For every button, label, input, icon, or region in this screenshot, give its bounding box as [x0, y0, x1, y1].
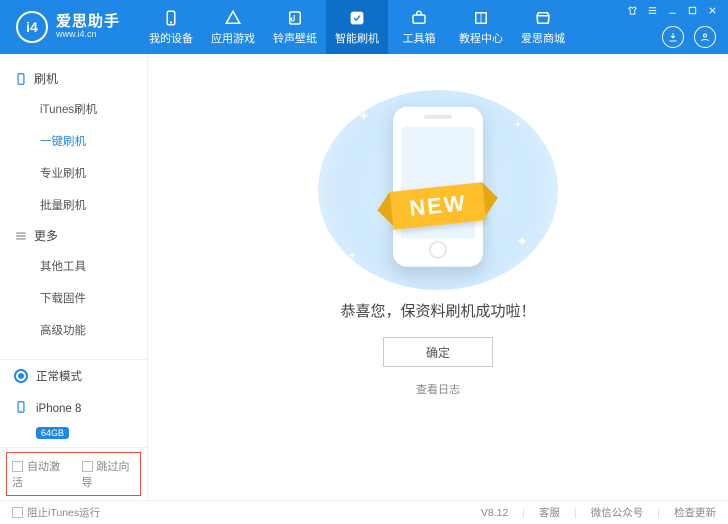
- nav-flash[interactable]: 智能刷机: [326, 0, 388, 54]
- app-header: i4 爱思助手 www.i4.cn 我的设备 应用游戏 铃声壁纸 智能刷机 工具…: [0, 0, 728, 54]
- block-itunes-label: 阻止iTunes运行: [27, 507, 100, 519]
- skip-guide-checkbox[interactable]: 跳过向导: [82, 458, 136, 490]
- device-mode[interactable]: 正常模式: [0, 360, 147, 392]
- download-button[interactable]: [662, 26, 684, 48]
- wechat-link[interactable]: 微信公众号: [591, 505, 644, 520]
- sparkle-icon: ✦: [348, 251, 356, 262]
- device-info[interactable]: iPhone 8 64GB: [0, 392, 147, 447]
- music-icon: [286, 9, 304, 27]
- block-itunes-checkbox[interactable]: 阻止iTunes运行: [12, 505, 100, 520]
- version-label: V8.12: [481, 507, 508, 519]
- nav-my-device[interactable]: 我的设备: [140, 0, 202, 54]
- status-bar: 阻止iTunes运行 V8.12 | 客服 | 微信公众号 | 检查更新: [0, 500, 728, 524]
- mode-indicator-icon: [14, 369, 28, 383]
- nav-ringtone[interactable]: 铃声壁纸: [264, 0, 326, 54]
- window-controls: [626, 4, 718, 16]
- device-icon: [14, 400, 28, 417]
- user-button[interactable]: [694, 26, 716, 48]
- nav-label: 智能刷机: [335, 30, 379, 46]
- sidebar-group-label: 更多: [34, 227, 58, 244]
- sidebar-item-itunes-flash[interactable]: iTunes刷机: [0, 93, 147, 125]
- brand-logo-icon: i4: [16, 11, 48, 43]
- auto-activate-checkbox[interactable]: 自动激活: [12, 458, 66, 490]
- nav-label: 我的设备: [149, 30, 193, 46]
- book-icon: [472, 9, 490, 27]
- check-update-link[interactable]: 检查更新: [674, 505, 716, 520]
- sidebar: 刷机 iTunes刷机 一键刷机 专业刷机 批量刷机 更多 其他工具 下载固件 …: [0, 54, 148, 500]
- success-illustration: ✦ ✦ ✦ ✦ NEW: [318, 90, 558, 290]
- maximize-button[interactable]: [686, 4, 698, 16]
- nav-label: 铃声壁纸: [273, 30, 317, 46]
- confirm-button[interactable]: 确定: [383, 337, 493, 367]
- view-log-link[interactable]: 查看日志: [148, 381, 728, 397]
- storage-badge: 64GB: [36, 427, 69, 439]
- main-panel: ✦ ✦ ✦ ✦ NEW 恭喜您，保资料刷机成功啦！ 确定 查看日志: [148, 54, 728, 500]
- sparkle-icon: ✦: [516, 233, 528, 250]
- brand-block: i4 爱思助手 www.i4.cn: [0, 11, 140, 43]
- toolbox-icon: [410, 9, 428, 27]
- phone-icon: [14, 72, 28, 86]
- top-nav: 我的设备 应用游戏 铃声壁纸 智能刷机 工具箱 教程中心 爱思商城: [140, 0, 574, 54]
- nav-label: 爱思商城: [521, 30, 565, 46]
- support-link[interactable]: 客服: [539, 505, 560, 520]
- sidebar-item-download-firmware[interactable]: 下载固件: [0, 282, 147, 314]
- sidebar-item-batch-flash[interactable]: 批量刷机: [0, 189, 147, 221]
- success-message: 恭喜您，保资料刷机成功啦！: [148, 300, 728, 321]
- device-name: iPhone 8: [36, 403, 81, 415]
- nav-store[interactable]: 爱思商城: [512, 0, 574, 54]
- store-icon: [534, 9, 552, 27]
- brand-url: www.i4.cn: [56, 30, 120, 40]
- flash-options: 自动激活 跳过向导: [0, 447, 147, 500]
- flash-icon: [348, 9, 366, 27]
- apps-icon: [224, 9, 242, 27]
- sidebar-item-advanced[interactable]: 高级功能: [0, 314, 147, 346]
- more-icon: [14, 229, 28, 243]
- mode-label: 正常模式: [36, 368, 82, 384]
- skin-icon[interactable]: [626, 4, 638, 16]
- sparkle-icon: ✦: [358, 108, 370, 125]
- sidebar-item-pro-flash[interactable]: 专业刷机: [0, 157, 147, 189]
- nav-label: 工具箱: [403, 30, 436, 46]
- nav-label: 教程中心: [459, 30, 503, 46]
- nav-label: 应用游戏: [211, 30, 255, 46]
- sidebar-group-flash[interactable]: 刷机: [0, 64, 147, 93]
- nav-tutorial[interactable]: 教程中心: [450, 0, 512, 54]
- sidebar-item-oneclick-flash[interactable]: 一键刷机: [0, 125, 147, 157]
- sidebar-group-label: 刷机: [34, 70, 58, 87]
- sidebar-group-more[interactable]: 更多: [0, 221, 147, 250]
- device-icon: [162, 9, 180, 27]
- nav-apps[interactable]: 应用游戏: [202, 0, 264, 54]
- sidebar-item-other-tools[interactable]: 其他工具: [0, 250, 147, 282]
- sparkle-icon: ✦: [514, 120, 522, 131]
- close-button[interactable]: [706, 4, 718, 16]
- nav-toolbox[interactable]: 工具箱: [388, 0, 450, 54]
- menu-icon[interactable]: [646, 4, 658, 16]
- minimize-button[interactable]: [666, 4, 678, 16]
- brand-name: 爱思助手: [56, 14, 120, 31]
